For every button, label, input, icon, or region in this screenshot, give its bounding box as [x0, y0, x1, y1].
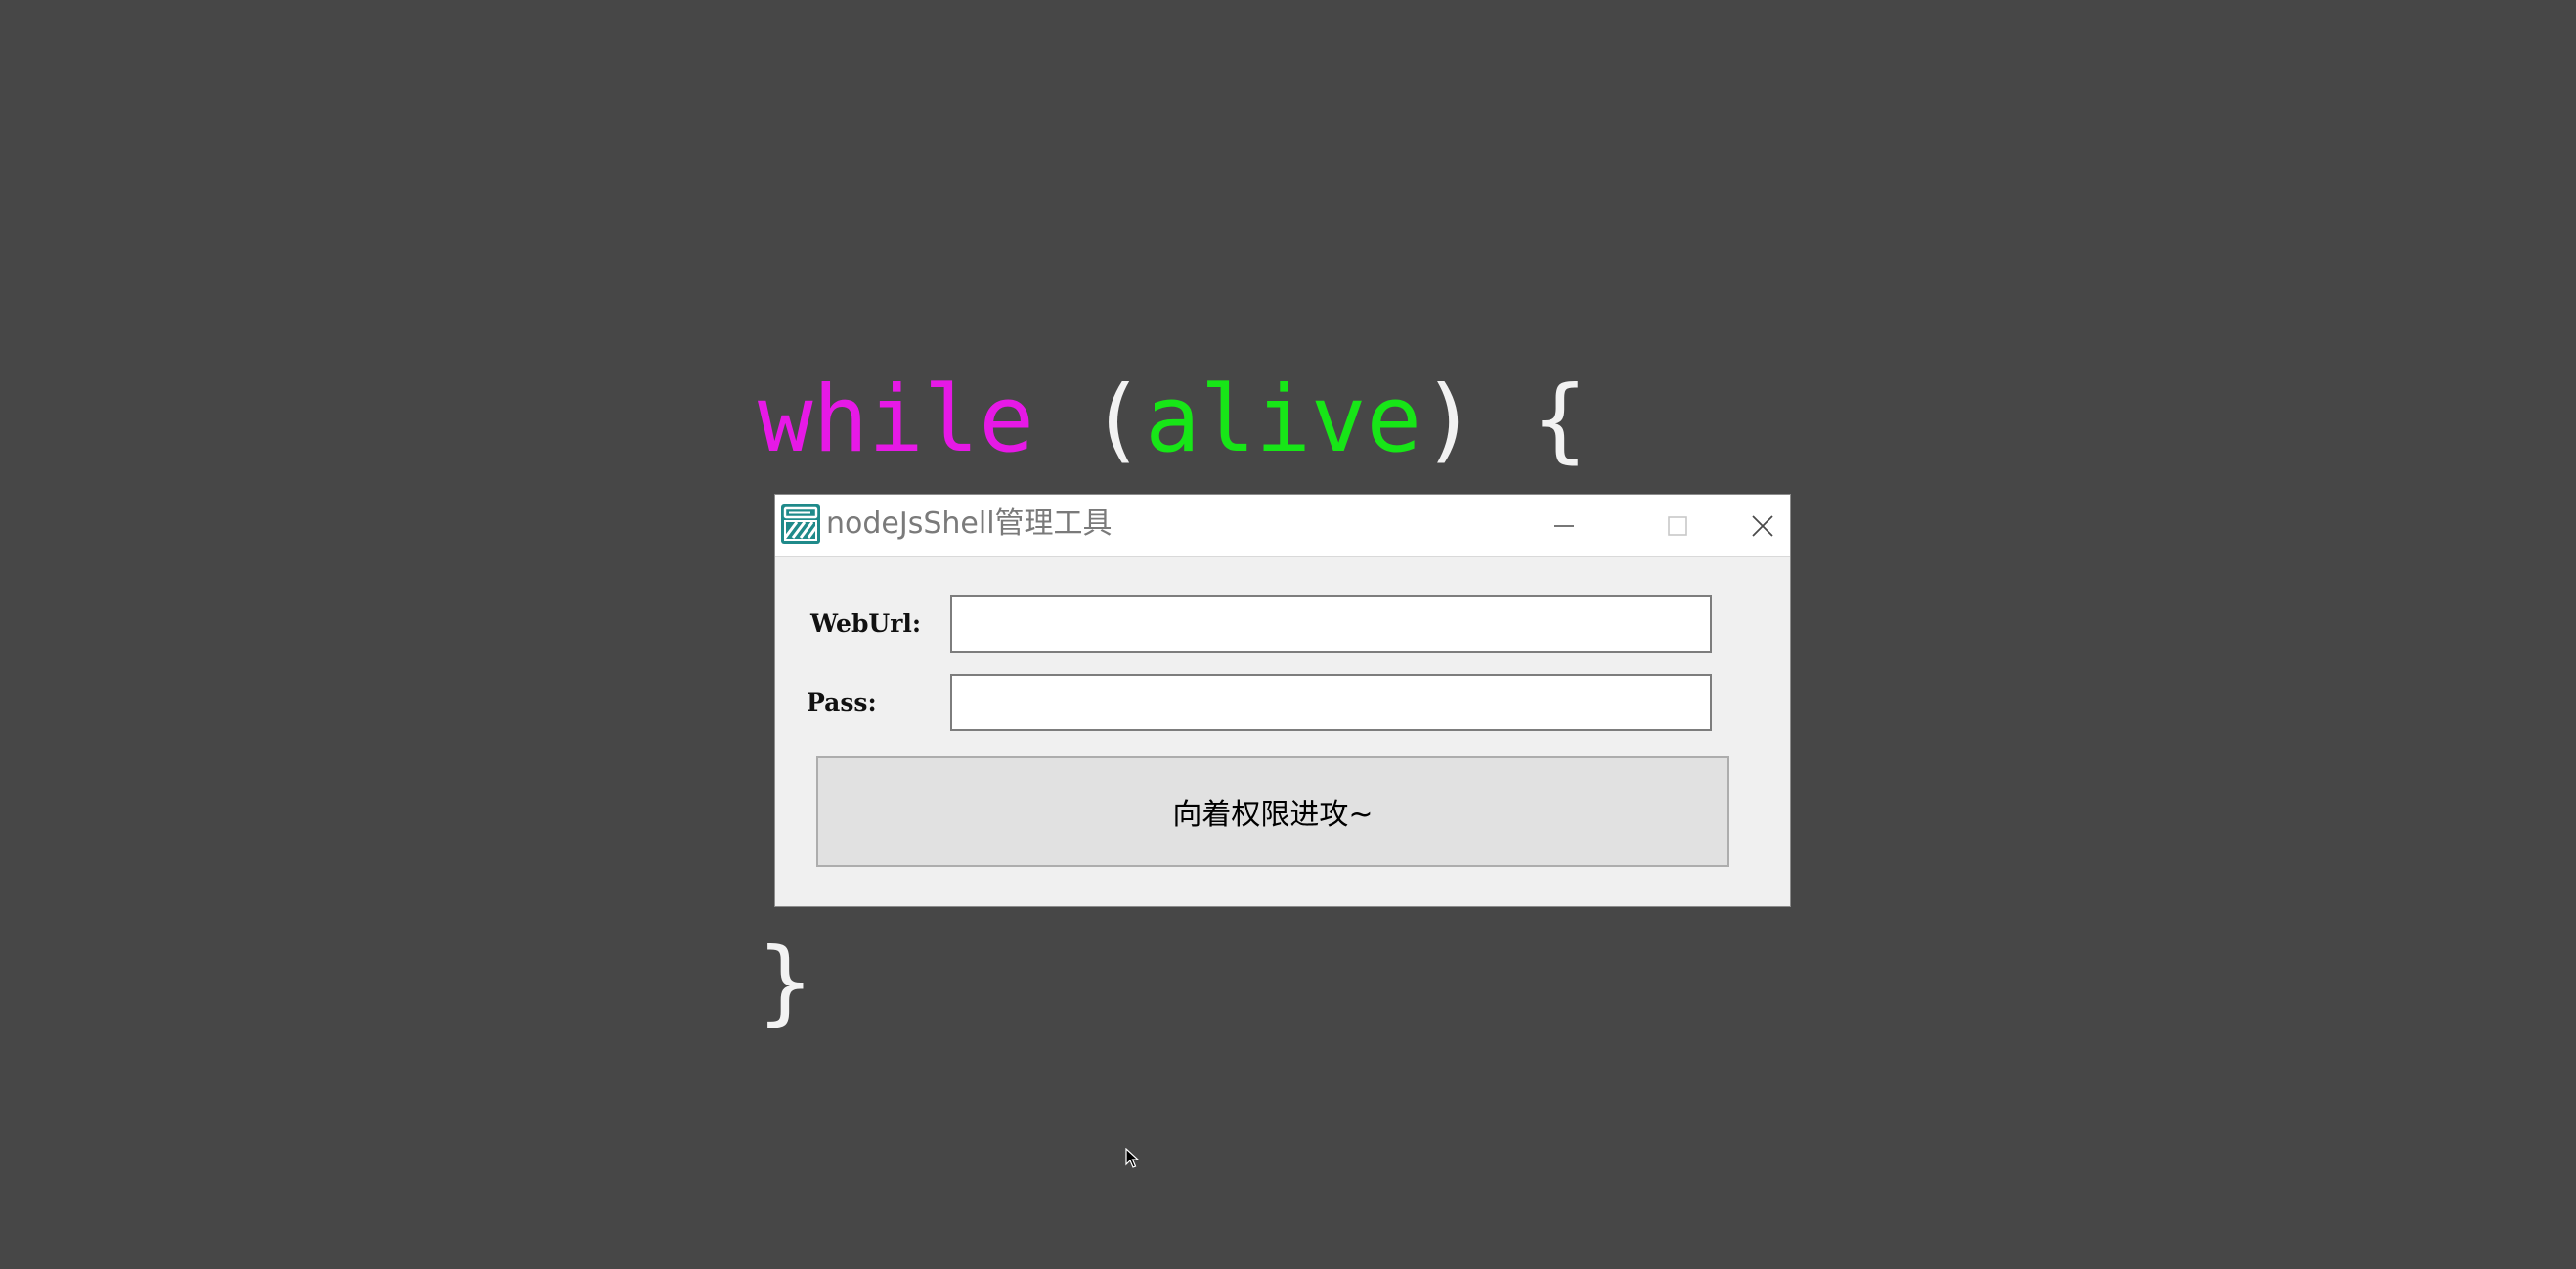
mouse-cursor-icon: [1125, 1148, 1139, 1168]
close-button[interactable]: [1734, 495, 1791, 556]
minimize-icon: [1554, 524, 1574, 527]
code-closing-brace: }: [758, 929, 813, 1035]
code-line-while: while (alive) {: [758, 374, 1588, 466]
close-icon: [1752, 514, 1773, 537]
pass-input[interactable]: [950, 674, 1712, 731]
window-title: nodeJsShell管理工具: [826, 506, 1113, 541]
weburl-input[interactable]: [950, 595, 1712, 653]
terminal-app-icon: [781, 504, 820, 544]
code-variable: alive: [1145, 367, 1422, 473]
weburl-label: WebUrl:: [810, 609, 922, 637]
nodejsshell-window: nodeJsShell管理工具 WebUrl: Pass: 向着权限进攻~: [774, 494, 1791, 907]
pass-label: Pass:: [807, 688, 877, 717]
maximize-icon: [1668, 515, 1687, 536]
window-titlebar[interactable]: nodeJsShell管理工具: [775, 495, 1790, 557]
code-open-paren: (: [1033, 367, 1146, 473]
code-close-brace-open: ) {: [1421, 367, 1588, 473]
minimize-button[interactable]: [1507, 495, 1621, 556]
desktop-background: while (alive) { } nodeJsShell管理工具 WebUrl…: [0, 0, 2576, 1269]
attack-submit-button[interactable]: 向着权限进攻~: [816, 756, 1729, 867]
code-keyword: while: [758, 367, 1034, 473]
maximize-button[interactable]: [1621, 495, 1734, 556]
